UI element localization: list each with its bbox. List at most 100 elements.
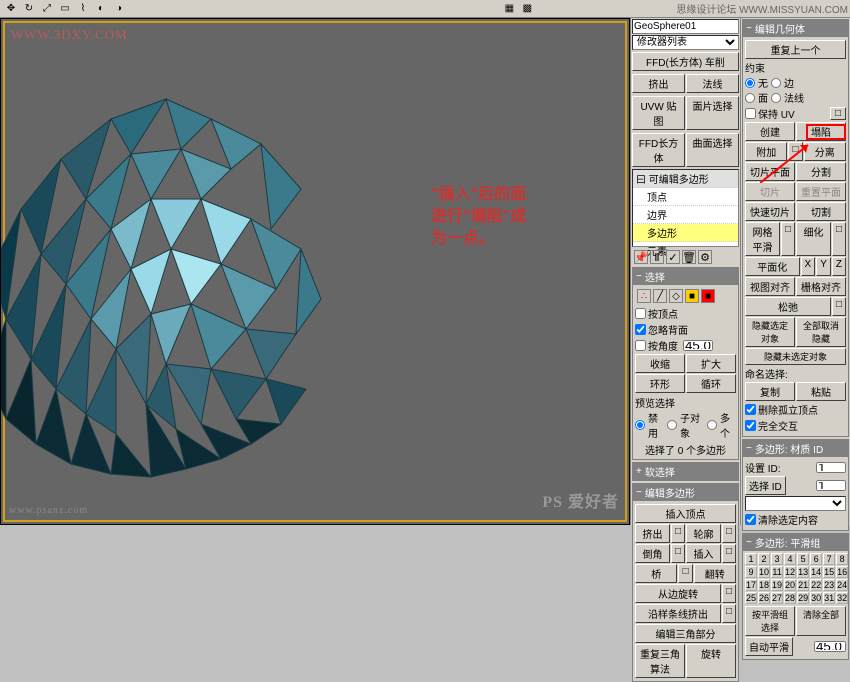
smooth-group-31[interactable]: 31 [823, 592, 835, 604]
by-smooth-button[interactable]: 按平滑组选择 [745, 606, 795, 636]
smooth-group-12[interactable]: 12 [784, 566, 796, 578]
reset-plane-button[interactable]: 重置平面 [796, 182, 846, 201]
extrude-settings-icon[interactable]: □ [671, 524, 685, 543]
smooth-group-29[interactable]: 29 [797, 592, 809, 604]
object-name-field[interactable] [632, 19, 739, 34]
tool-d-icon[interactable]: ▩ [519, 1, 535, 17]
smooth-group-20[interactable]: 20 [784, 579, 796, 591]
material-dropdown[interactable] [745, 496, 846, 511]
smooth-group-23[interactable]: 23 [823, 579, 835, 591]
collapse-button[interactable]: 塌陷 [796, 122, 846, 141]
edit-tri-button[interactable]: 编辑三角部分 [635, 624, 736, 643]
matid-rollout-header[interactable]: −多边形: 材质 ID [743, 440, 848, 457]
tool-c-icon[interactable]: ▦ [501, 1, 517, 17]
smooth-group-22[interactable]: 22 [810, 579, 822, 591]
preview-off-radio[interactable] [635, 420, 645, 430]
cut-button[interactable]: 切割 [796, 202, 846, 221]
clear-all-button[interactable]: 清除全部 [796, 606, 846, 636]
remove-icon[interactable]: 🗑 [682, 250, 696, 264]
config-icon[interactable]: ⚙ [698, 250, 712, 264]
smooth-group-19[interactable]: 19 [771, 579, 783, 591]
create-button[interactable]: 创建 [745, 122, 795, 141]
constrain-none-radio[interactable] [745, 78, 755, 88]
tool-b-icon[interactable]: ◑ [111, 1, 127, 17]
uvw-button[interactable]: UVW 贴图 [632, 96, 685, 130]
tool-rotate-icon[interactable]: ↻ [21, 1, 37, 17]
tool-move-icon[interactable]: ✥ [3, 1, 19, 17]
turn-button[interactable]: 旋转 [686, 644, 736, 678]
auto-smooth-button[interactable]: 自动平滑 [745, 637, 793, 656]
smooth-rollout-header[interactable]: −多边形: 平滑组 [743, 534, 848, 551]
edge-subobj-icon[interactable]: ╱ [653, 289, 667, 303]
smooth-group-8[interactable]: 8 [836, 553, 848, 565]
relax-button[interactable]: 松弛 [745, 297, 831, 316]
smooth-group-28[interactable]: 28 [784, 592, 796, 604]
slice-button[interactable]: 切片 [745, 182, 795, 201]
planar-y-button[interactable]: Y [816, 257, 831, 276]
by-vertex-checkbox[interactable]: 按顶点 [635, 306, 736, 321]
ffdbox-button[interactable]: FFD长方体 [632, 133, 685, 167]
smooth-group-21[interactable]: 21 [797, 579, 809, 591]
relax-settings-icon[interactable]: □ [832, 297, 846, 316]
paste-button[interactable]: 粘贴 [796, 382, 846, 401]
inset-settings-icon[interactable]: □ [722, 544, 736, 563]
constrain-normal-radio[interactable] [771, 93, 781, 103]
copy-button[interactable]: 复制 [745, 382, 795, 401]
shrink-button[interactable]: 收缩 [635, 354, 685, 373]
border-subobj-icon[interactable]: ◇ [669, 289, 683, 303]
vertex-subobj-icon[interactable]: ∴ [637, 289, 651, 303]
modifier-list-dropdown[interactable]: 修改器列表 [632, 35, 739, 50]
spline-settings-icon[interactable]: □ [722, 604, 736, 623]
smooth-group-11[interactable]: 11 [771, 566, 783, 578]
tess-settings-icon[interactable]: □ [832, 222, 846, 256]
pin-stack-icon[interactable]: 📌 [634, 250, 648, 264]
hinge-settings-icon[interactable]: □ [722, 584, 736, 603]
editpoly-rollout-header[interactable]: −编辑多边形 [633, 484, 738, 501]
modifier-stack[interactable]: 曰 可编辑多边形 顶点 边界 多边形 元素 [632, 169, 739, 247]
planarize-button[interactable]: 平面化 [745, 257, 800, 276]
polygon-subobj-icon[interactable]: ■ [685, 289, 699, 303]
smooth-group-30[interactable]: 30 [810, 592, 822, 604]
softsel-rollout-header[interactable]: +软选择 [633, 463, 738, 480]
slice-plane-button[interactable]: 切片平面 [745, 162, 795, 181]
attach-settings-icon[interactable]: □ [788, 142, 802, 161]
bridge-settings-icon[interactable]: □ [678, 564, 692, 583]
show-end-icon[interactable]: Ⅱ [650, 250, 664, 264]
lathe-button[interactable]: 法线 [686, 74, 739, 93]
outline-button[interactable]: 轮廓 [686, 524, 721, 543]
smooth-group-17[interactable]: 17 [745, 579, 757, 591]
view-align-button[interactable]: 视图对齐 [745, 277, 795, 296]
full-inter-checkbox[interactable]: 完全交互 [745, 418, 846, 433]
preview-sub-radio[interactable] [667, 420, 677, 430]
smooth-group-3[interactable]: 3 [771, 553, 783, 565]
stack-border[interactable]: 边界 [633, 206, 738, 224]
smooth-group-2[interactable]: 2 [758, 553, 770, 565]
smoothing-groups-grid[interactable]: 1234567891011121314151617181920212223242… [745, 553, 846, 604]
tool-scale-icon[interactable]: ⤢ [39, 1, 55, 17]
quickslice-button[interactable]: 快速切片 [745, 202, 795, 221]
tool-a-icon[interactable]: ◐ [93, 1, 109, 17]
unique-icon[interactable]: ✓ [666, 250, 680, 264]
inset-button[interactable]: 插入 [686, 544, 721, 563]
retri-button[interactable]: 重复三角算法 [635, 644, 685, 678]
smooth-group-10[interactable]: 10 [758, 566, 770, 578]
bevel-settings-icon[interactable]: □ [671, 544, 685, 563]
geosphere-mesh[interactable] [0, 69, 381, 499]
ring-button[interactable]: 环形 [635, 374, 685, 393]
extrude-poly-button[interactable]: 挤出 [635, 524, 670, 543]
curve-button[interactable]: 曲面选择 [686, 133, 739, 167]
element-subobj-icon[interactable]: ■ [701, 289, 715, 303]
smooth-group-26[interactable]: 26 [758, 592, 770, 604]
ignore-backface-checkbox[interactable]: 忽略背面 [635, 322, 736, 337]
attach-button[interactable]: 附加 [745, 142, 787, 161]
outline-settings-icon[interactable]: □ [722, 524, 736, 543]
set-id-spinner[interactable] [816, 462, 846, 473]
hinge-button[interactable]: 从边旋转 [635, 584, 721, 603]
select-id-button[interactable]: 选择 ID [745, 476, 786, 495]
preserve-uv-settings-icon[interactable]: □ [830, 107, 846, 120]
planar-x-button[interactable]: X [801, 257, 816, 276]
smooth-group-18[interactable]: 18 [758, 579, 770, 591]
selection-rollout-header[interactable]: −选择 [633, 268, 738, 285]
smooth-group-1[interactable]: 1 [745, 553, 757, 565]
viewport[interactable]: WWW.3DXY.COM www.psanz.com PS 爱好者 "插入"后的… [0, 18, 630, 525]
